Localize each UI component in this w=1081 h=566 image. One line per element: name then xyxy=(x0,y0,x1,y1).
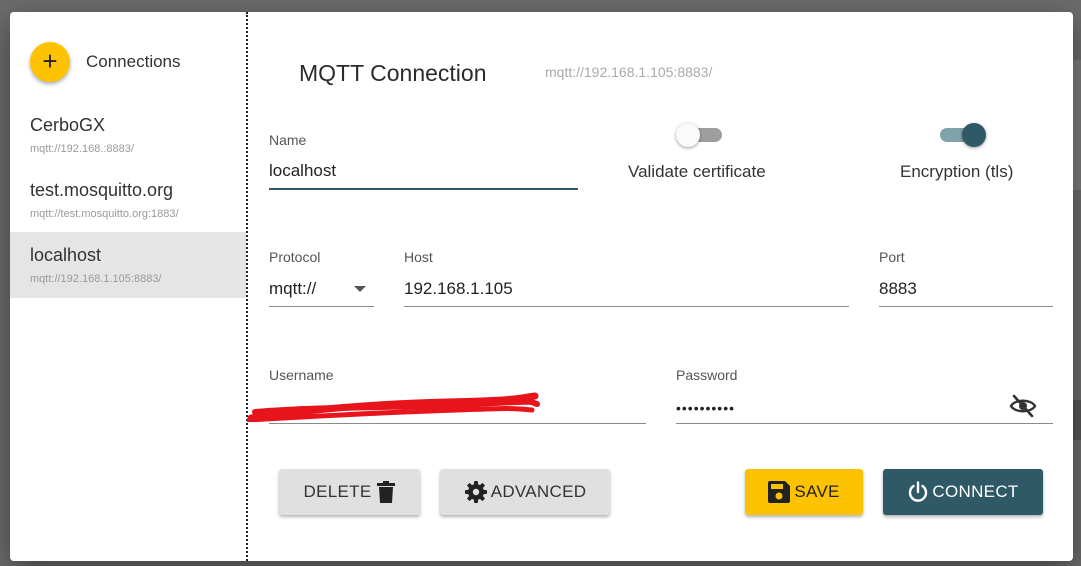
name-field[interactable]: localhost xyxy=(269,152,578,190)
connection-name: CerboGX xyxy=(30,115,106,135)
advanced-button-label: ADVANCED xyxy=(490,482,587,501)
advanced-button[interactable]: ADVANCED xyxy=(440,469,610,515)
protocol-select[interactable]: mqtt:// xyxy=(269,270,374,307)
connection-url: mqtt://test.mosquitto.org:1883/ xyxy=(30,208,179,220)
add-connection-button[interactable]: + xyxy=(30,42,70,82)
toggle-knob xyxy=(962,123,986,147)
save-button-label: SAVE xyxy=(794,482,840,501)
gear-icon xyxy=(464,481,487,503)
validate-certificate-toggle[interactable] xyxy=(676,123,724,147)
connection-url: mqtt://192.168.1.105:8883/ xyxy=(30,273,162,285)
floppy-disk-icon xyxy=(768,481,791,503)
password-value: •••••••••• xyxy=(676,400,736,416)
connection-item-test-mosquitto[interactable]: test.mosquitto.org mqtt://test.mosquitto… xyxy=(10,167,246,233)
password-label: Password xyxy=(676,367,738,383)
connections-sidebar: + Connections CerboGX mqtt://192.168.:88… xyxy=(10,12,248,561)
connect-button-label: CONNECT xyxy=(932,482,1019,501)
connection-form: MQTT Connection mqtt://192.168.1.105:888… xyxy=(247,12,1073,561)
connection-name: localhost xyxy=(30,245,102,265)
encryption-label: Encryption (tls) xyxy=(900,162,1014,181)
validate-certificate-label: Validate certificate xyxy=(628,162,766,181)
protocol-value: mqtt:// xyxy=(269,279,317,298)
name-label: Name xyxy=(269,132,307,148)
name-value: localhost xyxy=(269,161,337,180)
plus-icon: + xyxy=(42,46,58,76)
delete-button-label: DELETE xyxy=(303,482,372,501)
mqtt-connection-dialog: + Connections CerboGX mqtt://192.168.:88… xyxy=(10,12,1073,561)
power-icon xyxy=(909,481,928,502)
eye-off-icon[interactable] xyxy=(1009,394,1037,418)
save-button[interactable]: SAVE xyxy=(745,469,863,515)
password-field[interactable]: •••••••••• xyxy=(676,388,1053,424)
connect-button[interactable]: CONNECT xyxy=(883,469,1043,515)
background-button xyxy=(1073,400,1081,440)
protocol-label: Protocol xyxy=(269,249,321,265)
username-label: Username xyxy=(269,367,334,383)
connection-name: test.mosquitto.org xyxy=(30,180,174,200)
connection-url-subtitle: mqtt://192.168.1.105:8883/ xyxy=(545,64,713,80)
caret-down-icon xyxy=(354,286,366,292)
background-window xyxy=(1073,60,1081,190)
port-value: 8883 xyxy=(879,279,917,298)
page-title: MQTT Connection xyxy=(299,60,487,86)
toggle-knob xyxy=(676,123,700,147)
port-label: Port xyxy=(879,249,905,265)
delete-button[interactable]: DELETE xyxy=(279,469,420,515)
trash-icon xyxy=(377,481,396,503)
port-field[interactable]: 8883 xyxy=(879,270,1053,307)
redaction-scribble xyxy=(247,392,540,422)
username-field[interactable] xyxy=(247,388,646,424)
host-label: Host xyxy=(404,249,433,265)
host-value: 192.168.1.105 xyxy=(404,279,513,298)
connection-item-cerbogx[interactable]: CerboGX mqtt://192.168.:8883/ xyxy=(10,102,246,168)
encryption-toggle[interactable] xyxy=(938,123,986,147)
host-field[interactable]: 192.168.1.105 xyxy=(404,270,849,307)
connection-item-localhost[interactable]: localhost mqtt://192.168.1.105:8883/ xyxy=(10,232,246,298)
connection-url: mqtt://192.168.:8883/ xyxy=(30,143,134,155)
connections-title: Connections xyxy=(86,52,181,71)
